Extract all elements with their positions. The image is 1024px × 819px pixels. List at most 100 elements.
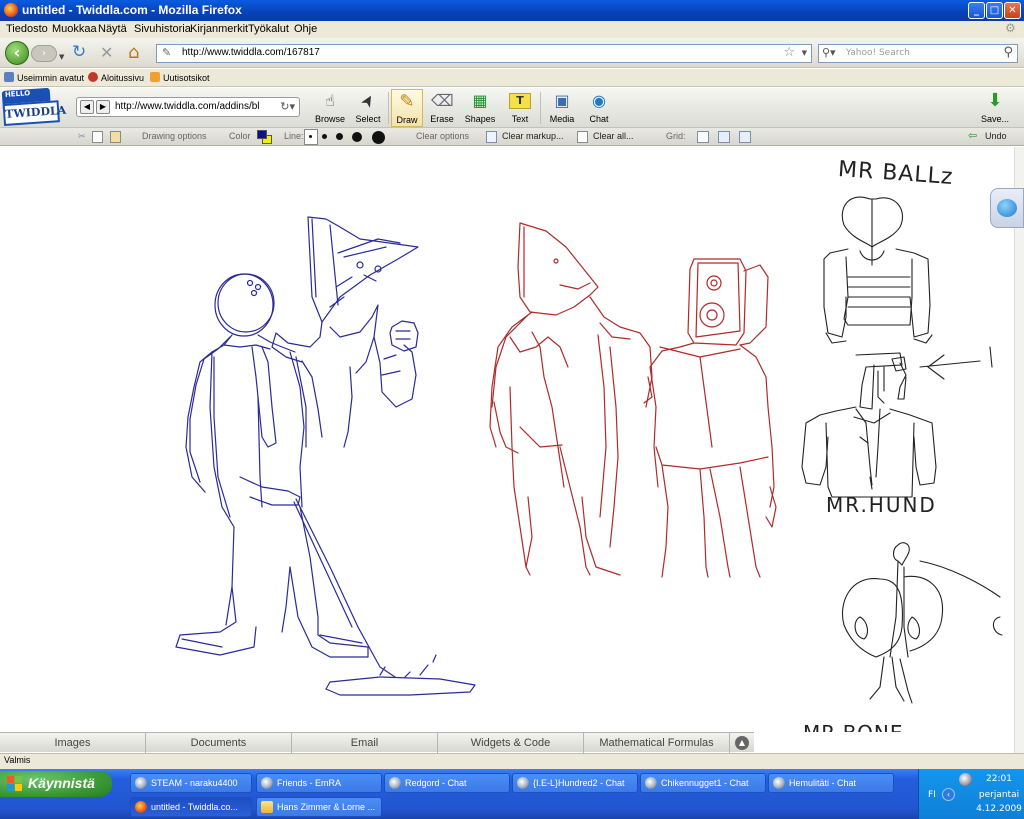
url-bar[interactable]: ✎ http://www.twiddla.com/167817 ☆ ▼	[156, 44, 812, 63]
task-redgord-chat[interactable]: Redgord - Chat	[384, 773, 510, 793]
task-folder-hans-zimmer[interactable]: Hans Zimmer & Lorne ...	[256, 797, 382, 817]
paste-icon[interactable]	[110, 131, 121, 143]
search-bar[interactable]: ⚲▾ Yahoo! Search ⚲	[818, 44, 1018, 63]
toolbar-divider	[388, 92, 389, 124]
tab-mathematical-formulas[interactable]: Mathematical Formulas	[584, 733, 730, 753]
search-go-icon[interactable]: ⚲	[1003, 45, 1013, 60]
canvas-scrollbar[interactable]	[1014, 147, 1024, 753]
search-engine-icon[interactable]: ⚲▾	[822, 46, 836, 59]
whiteboard-drawing[interactable]	[0, 147, 1014, 732]
tool-draw[interactable]: ✎ Draw	[391, 89, 423, 127]
start-button[interactable]: Käynnistä	[0, 771, 112, 797]
menu-kirjanmerkit[interactable]: Kirjanmerkit	[190, 23, 248, 35]
search-input[interactable]: Yahoo! Search	[846, 48, 910, 58]
menu-ohje[interactable]: Ohje	[294, 23, 317, 35]
whiteboard-canvas[interactable]: MR BALLz MR.HUND MR.BONE	[0, 147, 1014, 732]
twiddla-reload-icon[interactable]: ↻▾	[280, 100, 295, 113]
twiddla-logo[interactable]: HELLO TWIDDLA	[1, 87, 67, 131]
bookmark-label: Useimmin avatut	[17, 73, 85, 83]
grid-large-option[interactable]	[739, 131, 751, 143]
twiddla-browse-url[interactable]: ◀ ▶ http://www.twiddla.com/addins/bl ↻▾	[76, 97, 300, 117]
maximize-button[interactable]: □	[986, 2, 1003, 19]
tab-images[interactable]: Images	[0, 733, 146, 753]
tool-label: Shapes	[464, 114, 496, 124]
tool-media[interactable]: ▣ Media	[544, 89, 580, 127]
forward-button[interactable]: ›	[31, 45, 57, 62]
bookmark-uutisotsikot[interactable]: Uutisotsikot	[150, 72, 210, 83]
start-label: Käynnistä	[28, 775, 95, 791]
save-button[interactable]: ⬇ Save...	[975, 89, 1015, 127]
download-arrow-icon: ⬇	[987, 90, 1003, 111]
menu-tiedosto[interactable]: Tiedosto	[6, 23, 48, 35]
task-friends[interactable]: Friends - EmRA	[256, 773, 382, 793]
text-icon: T	[509, 93, 531, 109]
cut-icon[interactable]: ✂	[78, 131, 86, 142]
cursor-arrow-icon: ➤	[355, 90, 380, 112]
back-button[interactable]: ‹	[5, 41, 29, 65]
stop-button[interactable]: ✕	[100, 44, 113, 61]
tool-browse[interactable]: ☝ Browse	[312, 89, 348, 127]
menu-sivuhistoria[interactable]: Sivuhistoria	[134, 23, 191, 35]
expand-panel-icon[interactable]: ▲	[735, 736, 749, 750]
task-steam[interactable]: STEAM - naraku4400	[130, 773, 252, 793]
clear-options-label: Clear options	[416, 131, 470, 141]
twiddla-toolbar: HELLO TWIDDLA ◀ ▶ http://www.twiddla.com…	[0, 87, 1024, 131]
tool-label: Draw	[396, 115, 418, 125]
reload-button[interactable]: ↻	[72, 44, 86, 61]
twiddla-back-icon[interactable]: ◀	[80, 100, 94, 114]
clear-markup-button[interactable]: Clear markup...	[502, 131, 564, 141]
menu-muokkaa[interactable]: Muokkaa	[52, 23, 97, 35]
undo-button[interactable]: Undo	[985, 131, 1007, 141]
url-input[interactable]: http://www.twiddla.com/167817	[182, 47, 320, 58]
home-button[interactable]: ⌂	[128, 44, 139, 62]
grid-small-option[interactable]	[718, 131, 730, 143]
tool-erase[interactable]: ⌫ Erase	[425, 89, 459, 127]
show-hidden-icons-button[interactable]: ‹	[942, 788, 955, 801]
task-chikennugget-chat[interactable]: Chikennugget1 - Chat	[640, 773, 766, 793]
windows-taskbar: Käynnistä STEAM - naraku4400 Friends - E…	[0, 769, 1024, 819]
close-button[interactable]: ✕	[1004, 2, 1021, 19]
clear-all-button[interactable]: Clear all...	[593, 131, 634, 141]
bookmark-star-icon[interactable]: ☆	[783, 45, 795, 60]
line-width-4[interactable]	[352, 132, 362, 142]
window-title-bar: untitled - Twiddla.com - Mozilla Firefox…	[0, 0, 1024, 21]
twiddla-forward-icon[interactable]: ▶	[96, 100, 110, 114]
twiddla-url-input[interactable]: http://www.twiddla.com/addins/bl	[115, 101, 271, 112]
menu-nayta[interactable]: Näytä	[98, 23, 127, 35]
history-dropdown-icon[interactable]: ▼	[59, 49, 64, 66]
tab-widgets-code[interactable]: Widgets & Code	[438, 733, 584, 753]
tool-text[interactable]: T Text	[503, 89, 537, 127]
tool-shapes[interactable]: ▦ Shapes	[461, 89, 499, 127]
chat-panel-toggle[interactable]	[990, 188, 1024, 228]
tab-email[interactable]: Email	[292, 733, 438, 753]
mr-bone-label: MR.BONE	[803, 721, 904, 732]
tool-select[interactable]: ➤ Select	[351, 89, 385, 127]
tab-documents[interactable]: Documents	[146, 733, 292, 753]
line-width-5[interactable]	[372, 131, 385, 144]
bookmark-useimmin-avatut[interactable]: Useimmin avatut	[4, 72, 84, 83]
task-hundred2-chat[interactable]: {I.E-L}Hundred2 - Chat	[512, 773, 638, 793]
chat-bubble-icon: ◉	[592, 91, 606, 110]
line-width-1[interactable]	[309, 135, 312, 138]
pencil-icon: ✎	[399, 91, 415, 112]
tool-label: Browse	[314, 114, 345, 124]
grid-none-option[interactable]	[697, 131, 709, 143]
clear-all-icon	[577, 131, 588, 143]
menu-tyokalut[interactable]: Työkalut	[248, 23, 289, 35]
tool-chat[interactable]: ◉ Chat	[582, 89, 616, 127]
task-label: {I.E-L}Hundred2 - Chat	[533, 778, 625, 788]
url-dropdown-icon[interactable]: ▼	[802, 49, 807, 57]
task-hemulitati-chat[interactable]: Hemulitäti - Chat	[768, 773, 894, 793]
copy-icon[interactable]	[92, 131, 103, 143]
firefox-icon	[135, 801, 147, 813]
color-swatch[interactable]	[257, 130, 273, 144]
clock-time[interactable]: 22:01	[974, 774, 1024, 784]
bookmark-aloitussivu[interactable]: Aloitussivu	[88, 72, 144, 83]
task-firefox-twiddla[interactable]: untitled - Twiddla.co...	[130, 797, 252, 817]
line-width-2[interactable]	[322, 134, 327, 139]
minimize-button[interactable]: _	[968, 2, 985, 19]
blue-wedge-head-figure	[271, 216, 419, 448]
steam-tray-icon[interactable]	[959, 773, 972, 786]
language-indicator[interactable]: FI	[928, 790, 936, 800]
line-width-3[interactable]	[336, 133, 343, 140]
